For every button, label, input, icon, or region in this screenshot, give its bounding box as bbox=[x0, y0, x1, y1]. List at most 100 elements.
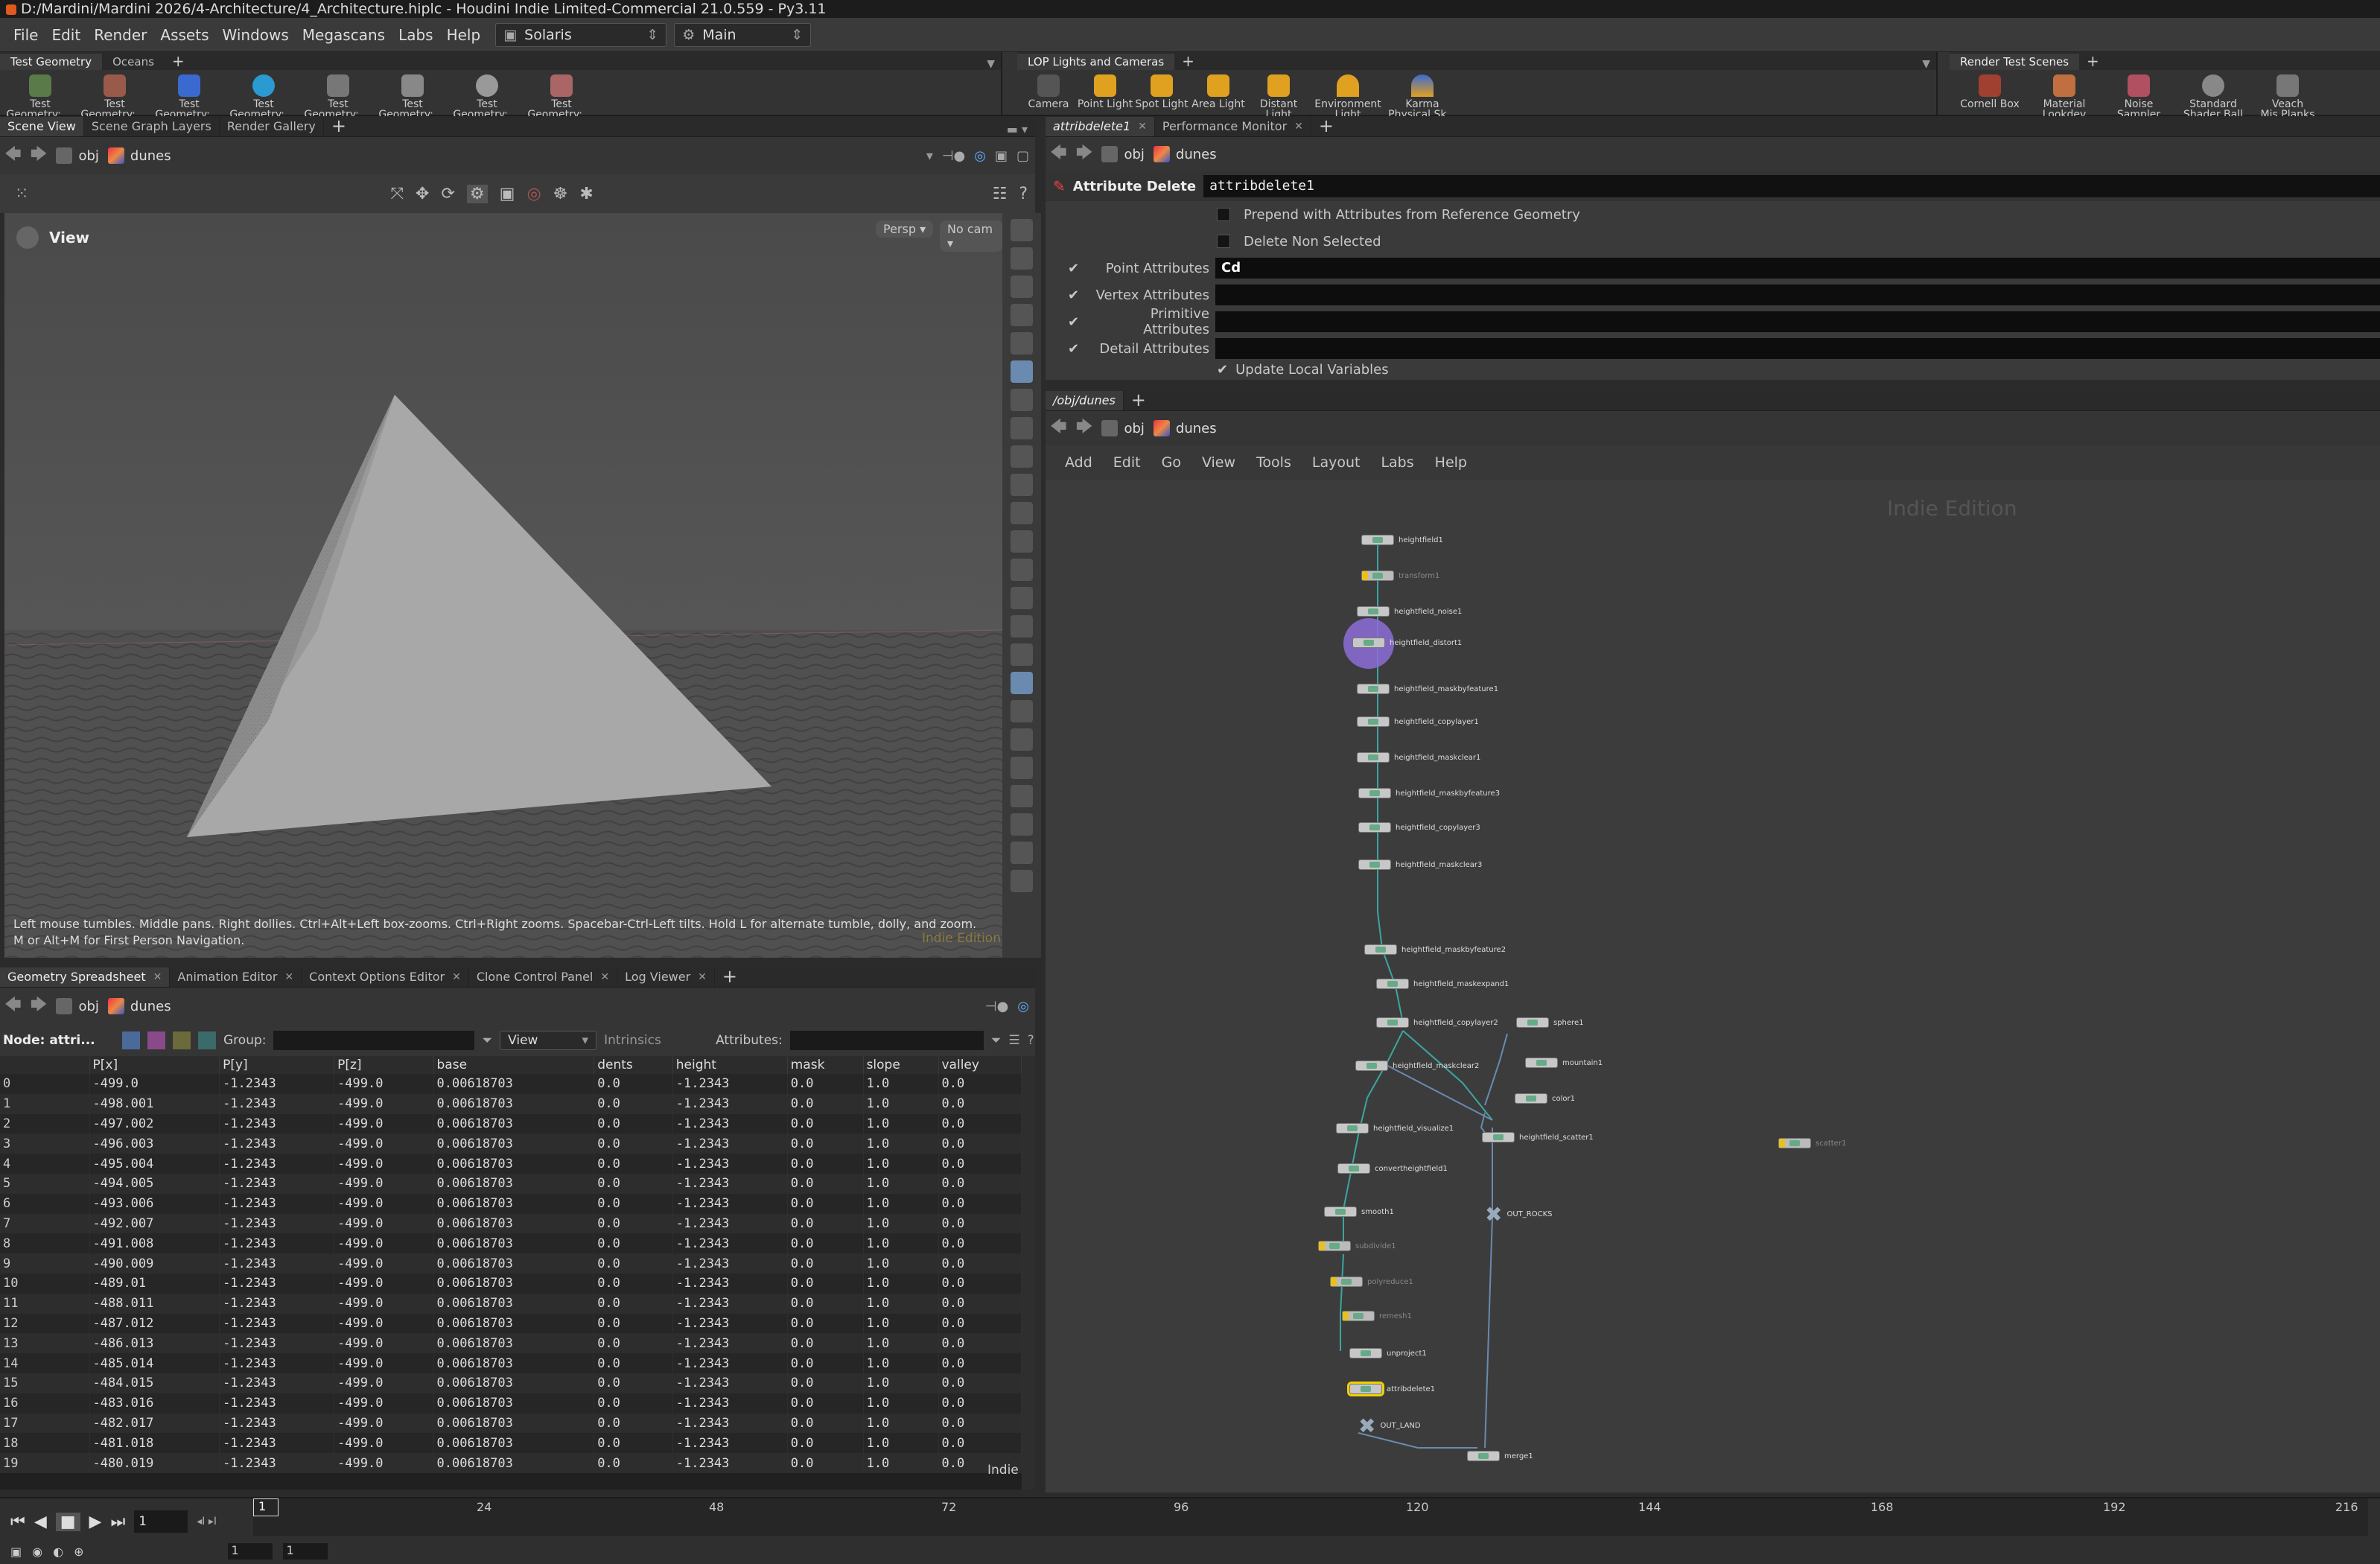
primitive-attributes-field[interactable] bbox=[1215, 311, 2380, 332]
stop-icon[interactable]: ■ bbox=[55, 1512, 80, 1531]
network-node[interactable]: heightfield_distort1 bbox=[1352, 638, 1462, 648]
path-dunes[interactable]: dunes bbox=[107, 998, 171, 1014]
network-node[interactable]: heightfield_maskclear3 bbox=[1358, 859, 1482, 870]
close-icon[interactable]: ✕ bbox=[153, 967, 162, 987]
network-node[interactable]: mountain1 bbox=[1525, 1058, 1603, 1068]
table-row[interactable]: 19 -480.019 -1.2343 -499.0 0.00618703 0.0 -1.2… bbox=[0, 1453, 1022, 1473]
rotate-tool-icon[interactable]: ⟳ bbox=[441, 185, 454, 203]
column-header[interactable]: slope bbox=[863, 1056, 939, 1074]
display-options-icon[interactable]: ▣ bbox=[995, 148, 1008, 164]
tab-performance-monitor[interactable]: Performance Monitor ✕ bbox=[1155, 117, 1311, 136]
network-node[interactable]: merge1 bbox=[1467, 1451, 1533, 1461]
step-back-icon[interactable]: ◀ bbox=[34, 1513, 47, 1531]
tools-icon[interactable] bbox=[1011, 785, 1033, 807]
point-icon[interactable] bbox=[1011, 474, 1033, 496]
network-node[interactable]: heightfield_maskbyfeature1 bbox=[1357, 684, 1498, 694]
attributes-field[interactable] bbox=[789, 1031, 984, 1050]
path-obj[interactable]: obj bbox=[1101, 146, 1145, 162]
texture-icon[interactable] bbox=[1011, 672, 1033, 694]
table-row[interactable]: 7 -492.007 -1.2343 -499.0 0.00618703 0.0 -1.23… bbox=[0, 1213, 1022, 1234]
desktop-select[interactable]: ▣ Solaris ⇕ bbox=[495, 22, 667, 47]
view-select[interactable]: View ▾ bbox=[500, 1031, 597, 1050]
table-row[interactable]: 17 -482.017 -1.2343 -499.0 0.00618703 0.0 -1.2… bbox=[0, 1413, 1022, 1434]
enable-check-icon[interactable]: ✔ bbox=[1068, 341, 1090, 357]
network-node[interactable]: transform1 bbox=[1361, 570, 1439, 581]
table-row[interactable]: 10 -489.01 -1.2343 -499.0 0.00618703 0.0 -1.23… bbox=[0, 1273, 1022, 1294]
table-row[interactable]: 13 -486.013 -1.2343 -499.0 0.00618703 0.0 -1.2… bbox=[0, 1333, 1022, 1354]
close-icon[interactable]: ✕ bbox=[284, 967, 293, 987]
shelf-tool-camera[interactable]: Camera bbox=[1020, 70, 1077, 120]
add-tab-icon[interactable]: + bbox=[324, 115, 354, 136]
link-icon[interactable]: ◎ bbox=[974, 148, 986, 164]
network-node[interactable]: ✖ OUT_LAND bbox=[1358, 1414, 1421, 1438]
primitives-mode-icon[interactable] bbox=[173, 1031, 191, 1049]
network-editor[interactable]: Indie Edition heightfield1 transform1 he… bbox=[1046, 480, 2380, 1493]
shelf-tool-test-geometry-2[interactable]: Test Geometry: ... bbox=[77, 70, 152, 120]
camera-icon[interactable] bbox=[1011, 389, 1033, 411]
network-menu-labs[interactable]: Labs bbox=[1381, 454, 1413, 471]
current-frame-field[interactable]: 1 bbox=[134, 1510, 188, 1533]
shelf-tool-cornell-box[interactable]: Cornell Box bbox=[1953, 70, 2027, 120]
detail-attributes-field[interactable] bbox=[1215, 338, 2380, 359]
pane-menu-icon[interactable]: ▬ ▾ bbox=[1007, 122, 1035, 136]
viewport-layout-icon[interactable]: ☷ bbox=[993, 185, 1008, 203]
snapshot-icon[interactable]: ▣ bbox=[500, 185, 515, 203]
shelf-tool-test-geometry-7[interactable]: Test Geometry: ... bbox=[450, 70, 524, 120]
path-dunes[interactable]: dunes bbox=[1153, 420, 1217, 436]
camera-menu[interactable]: No cam ▾ bbox=[940, 220, 1002, 252]
select-tool-icon[interactable]: ⤧ bbox=[390, 185, 404, 203]
tab-scene-view[interactable]: Scene View bbox=[0, 117, 84, 136]
shelf-tool-test-geometry-3[interactable]: Test Geometry: ... bbox=[152, 70, 226, 120]
eye-icon[interactable] bbox=[1011, 757, 1033, 779]
help-icon[interactable]: ? bbox=[1019, 185, 1035, 203]
realtime-icon[interactable]: ⊕ bbox=[74, 1545, 83, 1559]
tab-obj-dunes[interactable]: /obj/dunes bbox=[1046, 391, 1124, 410]
scene-viewport[interactable]: View Persp ▾ No cam ▾ Left mouse tumbles… bbox=[4, 213, 1002, 958]
shelf-tool-area-light[interactable]: Area Light bbox=[1190, 70, 1247, 120]
column-header[interactable]: base bbox=[433, 1056, 595, 1074]
network-node[interactable]: ✖ OUT_ROCKS bbox=[1485, 1202, 1552, 1227]
shelf-tool-test-geometry-4[interactable]: Test Geometry: ... bbox=[226, 70, 301, 120]
shelf-tool-material-lookdev[interactable]: Material Lookdev bbox=[2027, 70, 2101, 120]
network-node[interactable]: subdivide1 bbox=[1318, 1241, 1396, 1251]
column-header[interactable] bbox=[0, 1056, 90, 1074]
network-node[interactable]: unproject1 bbox=[1349, 1348, 1427, 1358]
network-node[interactable]: remesh1 bbox=[1342, 1311, 1412, 1321]
network-menu-go[interactable]: Go bbox=[1162, 454, 1181, 471]
node-name-field[interactable]: attribdelete1 bbox=[1203, 175, 2380, 197]
add-shelf-icon[interactable]: + bbox=[2079, 52, 2107, 70]
audio-icon[interactable]: ◉ bbox=[32, 1545, 42, 1559]
network-menu-help[interactable]: Help bbox=[1435, 454, 1467, 471]
geometry-spreadsheet[interactable]: P[x] P[y] P[z] base dents height mask slope vall… bbox=[0, 1056, 1035, 1490]
menu-render[interactable]: Render bbox=[94, 26, 147, 44]
network-node[interactable]: heightfield_noise1 bbox=[1357, 606, 1462, 617]
timeline-track[interactable]: 1 24 48 72 96 120 144 168 192 216 bbox=[253, 1498, 2368, 1536]
column-header[interactable]: mask bbox=[787, 1056, 864, 1074]
tab-log-viewer[interactable]: Log Viewer ✕ bbox=[617, 967, 715, 987]
table-row[interactable]: 3 -496.003 -1.2343 -499.0 0.00618703 0.0 -1.23… bbox=[0, 1134, 1022, 1154]
ruler-icon[interactable] bbox=[1011, 643, 1033, 666]
shelf-tool-point-light[interactable]: Point Light bbox=[1077, 70, 1133, 120]
network-menu-tools[interactable]: Tools bbox=[1256, 454, 1291, 471]
display-icon[interactable] bbox=[1011, 332, 1033, 355]
close-icon[interactable]: ✕ bbox=[452, 967, 461, 987]
network-node[interactable]: scatter1 bbox=[1778, 1138, 1846, 1148]
view-camera-icon[interactable] bbox=[16, 226, 39, 249]
shade-icon[interactable] bbox=[1011, 445, 1033, 468]
numbers-icon[interactable] bbox=[1011, 559, 1033, 581]
filter-icon[interactable]: ⏷ bbox=[991, 1033, 1002, 1048]
menu-megascans[interactable]: Megascans bbox=[302, 26, 385, 44]
path-obj[interactable]: obj bbox=[1101, 420, 1145, 436]
shelf-tool-test-geometry-8[interactable]: Test Geometry: ... bbox=[524, 70, 599, 120]
shelf-tab-test-geometry[interactable]: Test Geometry bbox=[0, 54, 103, 70]
checker-icon[interactable] bbox=[1011, 700, 1033, 722]
table-row[interactable]: 5 -494.005 -1.2343 -499.0 0.00618703 0.0 -1.23… bbox=[0, 1173, 1022, 1194]
path-obj[interactable]: obj bbox=[56, 147, 99, 164]
vertices-mode-icon[interactable] bbox=[147, 1031, 165, 1049]
update-local-check-icon[interactable]: ✔ bbox=[1217, 362, 1228, 377]
network-node[interactable]: smooth1 bbox=[1324, 1207, 1394, 1217]
path-dunes[interactable]: dunes bbox=[107, 147, 171, 164]
tab-render-gallery[interactable]: Render Gallery bbox=[220, 117, 324, 136]
range-start-field[interactable]: 1 bbox=[228, 1543, 273, 1560]
forward-arrow-icon[interactable]: 🡆 bbox=[1076, 414, 1093, 442]
